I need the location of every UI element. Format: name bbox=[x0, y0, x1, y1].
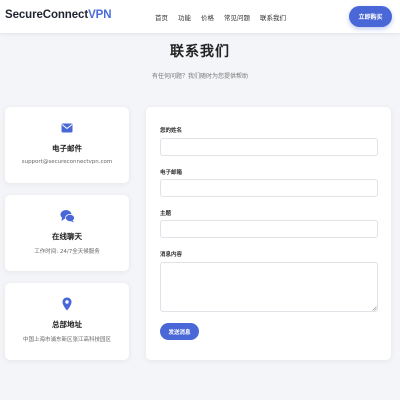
chat-card: 在线聊天 工作时间: 24/7全天候服务 bbox=[5, 195, 129, 271]
email-card: 电子邮件 support@secureconnectvpn.com bbox=[5, 107, 129, 183]
chat-card-title: 在线聊天 bbox=[52, 232, 82, 241]
name-input[interactable] bbox=[160, 138, 378, 156]
site-header: SecureConnectVPN 首页 功能 价格 常见问题 联系我们 立即购买 bbox=[0, 0, 400, 33]
chat-bubbles-icon bbox=[5, 209, 129, 223]
nav-faq[interactable]: 常见问题 bbox=[224, 12, 250, 22]
map-pin-icon bbox=[5, 297, 129, 311]
main-nav: 首页 功能 价格 常见问题 联系我们 bbox=[155, 12, 286, 22]
send-message-button[interactable]: 发送消息 bbox=[160, 323, 199, 340]
subject-label: 主题 bbox=[160, 211, 172, 217]
logo-accent: VPN bbox=[88, 9, 112, 21]
address-card-title: 总部地址 bbox=[52, 320, 82, 329]
chat-card-text: 工作时间: 24/7全天候服务 bbox=[34, 249, 100, 255]
email-label: 电子邮箱 bbox=[160, 170, 183, 176]
message-textarea[interactable] bbox=[160, 262, 378, 312]
address-card: 总部地址 中国上海市浦东新区张江高科技园区 bbox=[5, 283, 129, 360]
nav-features[interactable]: 功能 bbox=[178, 12, 191, 22]
nav-contact[interactable]: 联系我们 bbox=[260, 12, 286, 22]
name-label: 您的姓名 bbox=[160, 128, 183, 134]
message-label: 消息内容 bbox=[160, 252, 183, 258]
page-title: 联系我们 bbox=[170, 44, 230, 60]
nav-pricing[interactable]: 价格 bbox=[201, 12, 214, 22]
subject-input[interactable] bbox=[160, 220, 378, 238]
resize-grip-icon[interactable] bbox=[372, 306, 377, 311]
email-card-text: support@secureconnectvpn.com bbox=[21, 159, 113, 165]
nav-home[interactable]: 首页 bbox=[155, 12, 168, 22]
logo-main: SecureConnect bbox=[5, 9, 89, 21]
address-card-text: 中国上海市浦东新区张江高科技园区 bbox=[22, 337, 111, 343]
envelope-icon bbox=[5, 121, 129, 135]
page-subtitle: 有任何问题？我们随时为您提供帮助 bbox=[151, 73, 248, 80]
email-card-title: 电子邮件 bbox=[52, 144, 82, 153]
buy-now-button[interactable]: 立即购买 bbox=[349, 6, 392, 27]
email-input[interactable] bbox=[160, 179, 378, 197]
contact-form: 您的姓名 电子邮箱 主题 消息内容 发送消息 bbox=[146, 107, 391, 360]
logo[interactable]: SecureConnectVPN bbox=[5, 9, 112, 21]
